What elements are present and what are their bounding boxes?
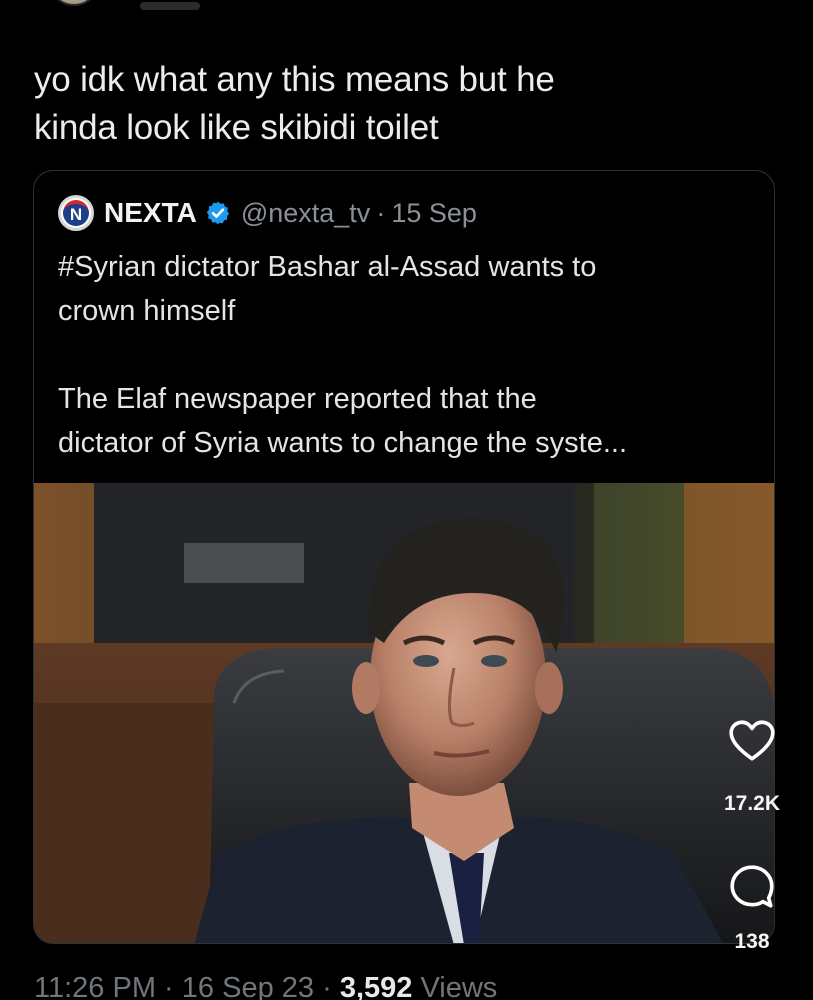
verified-badge-icon bbox=[206, 201, 229, 225]
post-metadata: 11:26 PM · 16 Sep 23 · 3,592 Views bbox=[34, 972, 497, 1000]
quoted-body-line: The Elaf newspaper reported that the bbox=[58, 383, 537, 415]
comment-action[interactable]: 138 bbox=[712, 862, 792, 954]
post-text-line: kinda look like skibidi toilet bbox=[34, 108, 439, 147]
nexta-avatar[interactable]: N bbox=[58, 195, 94, 231]
post-text: yo idk what any this means but he kinda … bbox=[34, 56, 734, 152]
nexta-logo-letter: N bbox=[63, 200, 89, 226]
post-date[interactable]: 16 Sep 23 bbox=[182, 972, 314, 1000]
views-label: Views bbox=[420, 972, 498, 1000]
screenshot-page: yo idk what any this means but he kinda … bbox=[0, 0, 813, 1000]
post-text-line: yo idk what any this means but he bbox=[34, 60, 555, 99]
author-name-cropped bbox=[140, 2, 200, 10]
quoted-tweet-header: N NEXTA @nexta_tv · 15 Sep bbox=[58, 195, 477, 231]
quoted-tweet-card[interactable]: N NEXTA @nexta_tv · 15 Sep #Syrian dicta… bbox=[33, 170, 775, 944]
meta-separator: · bbox=[322, 972, 332, 1000]
comment-count: 138 bbox=[734, 930, 770, 953]
portrait-photo bbox=[34, 483, 774, 943]
quoted-body-line: #Syrian dictator Bashar al-Assad wants t… bbox=[58, 251, 597, 283]
like-count: 17.2K bbox=[723, 792, 781, 815]
meta-separator: · bbox=[164, 972, 174, 1000]
quoted-tweet-date[interactable]: 15 Sep bbox=[391, 198, 477, 229]
quoted-body-line: dictator of Syria wants to change the sy… bbox=[58, 427, 628, 459]
quoted-tweet-photo[interactable] bbox=[34, 483, 774, 943]
heart-icon[interactable] bbox=[727, 716, 777, 766]
post-time[interactable]: 11:26 PM bbox=[34, 972, 156, 1000]
views-count: 3,592 bbox=[339, 972, 413, 1000]
avatar[interactable] bbox=[48, 0, 100, 6]
comment-bubble-icon[interactable] bbox=[727, 862, 777, 912]
quoted-body-line: crown himself bbox=[58, 295, 236, 327]
like-action[interactable]: 17.2K bbox=[712, 716, 792, 816]
quoted-author-handle[interactable]: @nexta_tv bbox=[241, 198, 370, 229]
quoted-author-name[interactable]: NEXTA bbox=[104, 197, 197, 229]
quoted-tweet-body: #Syrian dictator Bashar al-Assad wants t… bbox=[58, 245, 758, 465]
header-separator: · bbox=[376, 197, 386, 228]
